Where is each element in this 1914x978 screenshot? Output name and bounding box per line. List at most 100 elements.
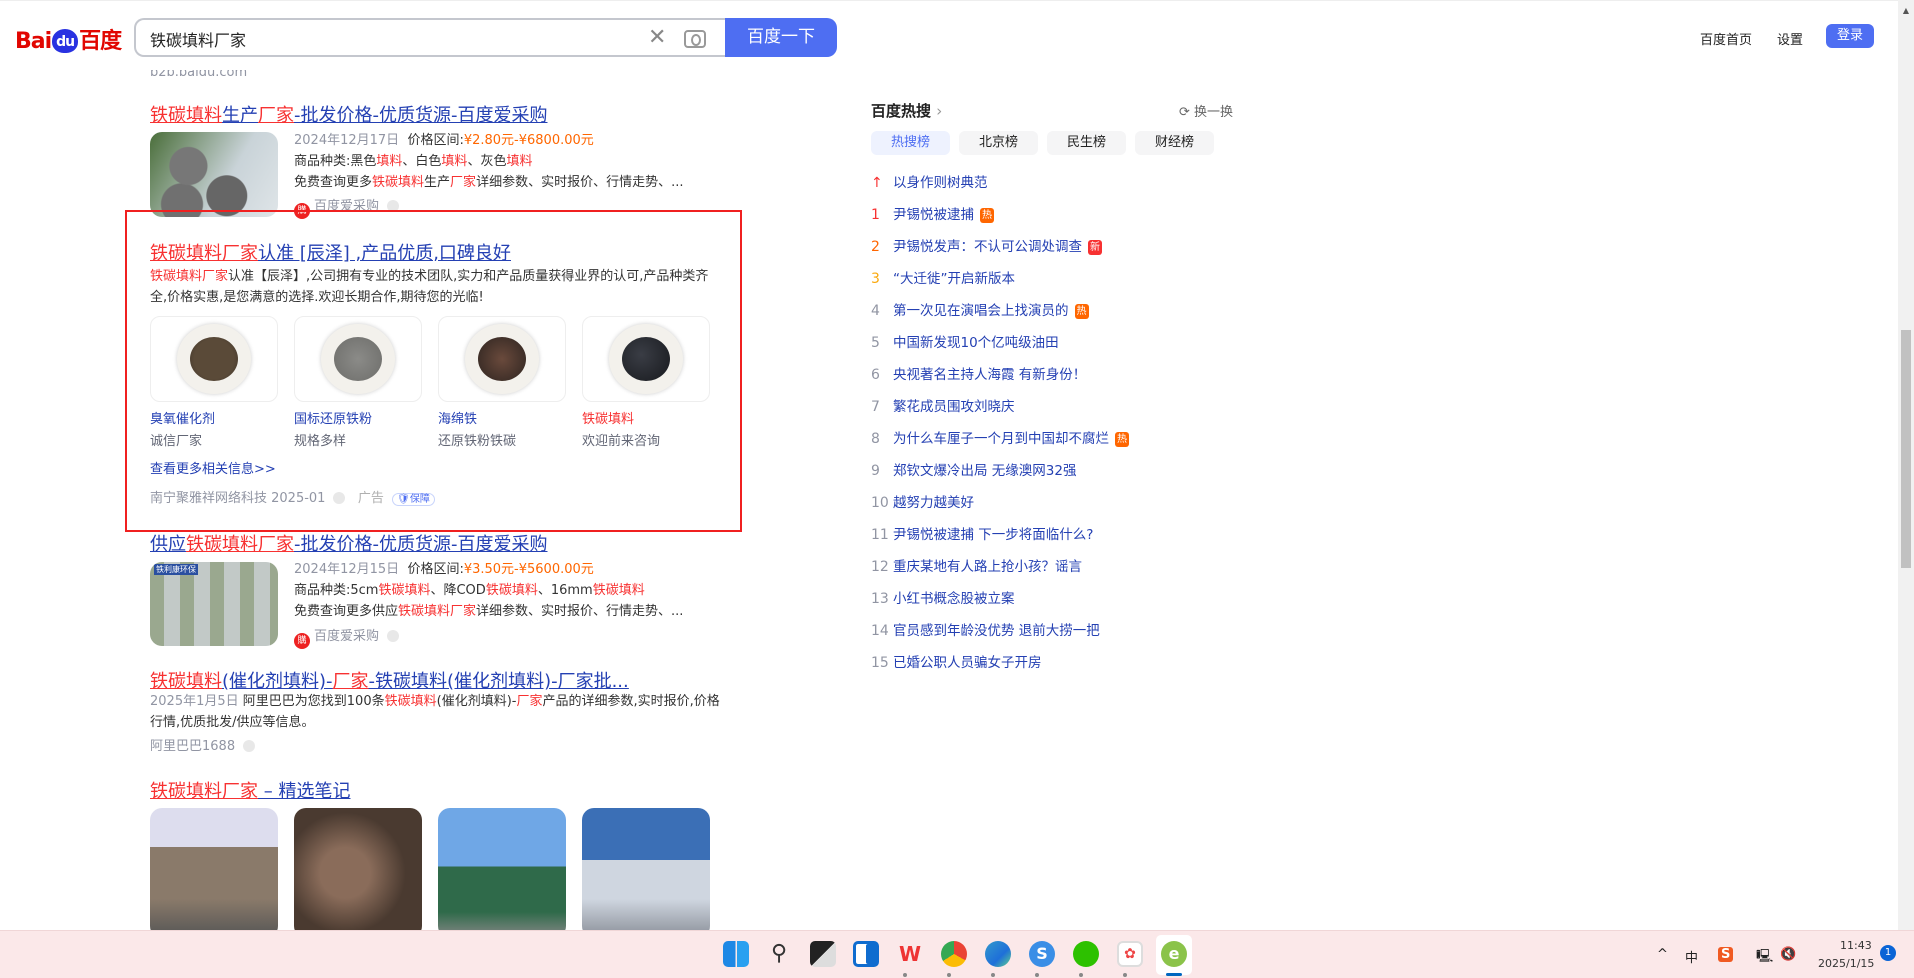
hot-tab[interactable]: 北京榜 [959,131,1038,155]
scrollbar-thumb[interactable] [1901,330,1911,568]
result-meta: 2024年12月17日 价格区间:¥2.80元-¥6800.00元 [294,133,594,148]
hot-item[interactable]: 4 第一次见在演唱会上找演员的热 [871,299,1089,319]
login-button[interactable]: 登录 [1826,24,1874,48]
ad-title[interactable]: 铁碳填料厂家认准 [辰泽] ,产品优质,口碑良好 [150,239,511,265]
text-segment: 认准【辰泽】,公司拥有专业的技术团队,实力和产品质量获得业界的认可,产品种类齐 [228,269,709,284]
header: Baidu百度 ✕ 百度一下 百度首页 设置 登录 [0,0,1898,70]
result-title[interactable]: 供应铁碳填料厂家-批发价格-优质货源-百度爱采购 [150,530,547,556]
hot-item-pinned[interactable]: ↑ 以身作则树典范 [871,171,988,191]
hot-item[interactable]: 15 已婚公职人员骗女子开房 [871,651,1042,671]
chevron-up-icon[interactable]: ^ [1657,947,1668,962]
ie-browser-icon[interactable]: e [1161,941,1187,967]
chrome-icon[interactable] [941,941,967,967]
taskbar: ⚲ W S ✿ e ^ 中 S 🖳 🔇 11:43 2025/1/15 1 [0,930,1914,978]
nav-settings[interactable]: 设置 [1777,29,1803,48]
keyword-highlight: 填料 [441,154,468,169]
keyword-highlight: 填料 [506,154,533,169]
hot-item[interactable]: 10 越努力越美好 [871,491,974,511]
text-segment: -批发价格-优质货源-百度爱采购 [294,105,548,126]
product-photo [177,324,251,394]
hot-item[interactable]: 1 尹锡悦被逮捕热 [871,203,994,223]
guarantee-badge[interactable]: 🛡保障 [392,493,435,506]
notification-badge[interactable]: 1 [1880,945,1896,961]
clock-time[interactable]: 11:43 [1840,939,1872,952]
keyword-highlight: 铁碳填料厂家 [150,243,258,264]
search-button[interactable]: 百度一下 [725,18,837,57]
hot-item[interactable]: 13 小红书概念股被立案 [871,587,1015,607]
note-image[interactable] [582,808,710,938]
product-photo [609,324,683,394]
windows-start-icon[interactable] [723,941,749,967]
product-card-image[interactable] [150,316,278,402]
hot-search-title[interactable]: 百度热搜 › [871,100,942,121]
text-segment: 免费查询更多供应 [294,604,399,619]
product-card-image[interactable] [438,316,566,402]
hot-tab[interactable]: 财经榜 [1135,131,1214,155]
text-segment: 生产 [424,175,451,190]
hot-item[interactable]: 7 繁花成员围攻刘晓庆 [871,395,1015,415]
product-photo [465,324,539,394]
note-image[interactable] [150,808,278,938]
source-menu-icon[interactable] [387,630,400,642]
hot-item[interactable]: 3 “大迁徙”开启新版本 [871,267,1015,287]
more-info-link[interactable]: 查看更多相关信息>> [150,459,276,480]
note-image[interactable] [294,808,422,938]
hot-item[interactable]: 9 郑钦文爆冷出局 无缘澳网32强 [871,459,1076,479]
wechat-icon[interactable] [1073,941,1099,967]
ad-desc-2: 全,价格实惠,是您满意的选择.欢迎长期合作,期待您的光临! [150,290,484,305]
search-icon[interactable]: ⚲ [766,941,792,967]
widgets-icon[interactable] [853,941,879,967]
hot-item[interactable]: 8 为什么车厘子一个月到中国却不腐烂热 [871,427,1129,447]
baidu-netdisk-icon[interactable]: ✿ [1117,941,1143,967]
volume-muted-icon[interactable]: 🔇 [1780,947,1796,962]
sogou-ime-icon[interactable]: S [1718,947,1734,962]
text-segment: 详细参数、实时报价、行情走势、... [476,175,684,190]
hot-item[interactable]: 11 尹锡悦被逮捕 下一步将面临什么? [871,523,1093,543]
product-card-name[interactable]: 国标还原铁粉 [294,409,372,430]
keyword-highlight: 厂家 [450,175,477,190]
result-thumbnail[interactable]: 铁利康环保 [150,562,278,646]
source-menu-icon[interactable] [243,740,256,752]
hot-item[interactable]: 5 中国新发现10个亿吨级油田 [871,331,1059,351]
refresh-button[interactable]: ⟳ 换一换 [1179,101,1233,120]
hot-item[interactable]: 2 尹锡悦发声：不认可公调处调查新 [871,235,1102,255]
ime-indicator[interactable]: 中 [1685,947,1698,966]
result-title[interactable]: 铁碳填料(催化剂填料)-厂家-铁碳填料(催化剂填料)-厂家批... [150,667,629,693]
baidu-logo[interactable]: Bai du 百度 [15,23,122,55]
result-source[interactable]: 購百度爱采购 [294,626,400,649]
aicaigou-icon: 購 [294,633,310,649]
product-card-name[interactable]: 铁碳填料 [582,409,634,430]
search-input[interactable] [150,29,630,48]
note-image[interactable] [438,808,566,938]
sogou-browser-icon[interactable]: S [1029,941,1055,967]
clock-date[interactable]: 2025/1/15 [1818,957,1874,970]
notes-title[interactable]: 铁碳填料厂家 – 精选笔记 [150,777,350,803]
product-card-image[interactable] [582,316,710,402]
nav-home[interactable]: 百度首页 [1700,29,1752,48]
camera-icon[interactable] [684,30,706,48]
text-segment: (催化剂填料)- [436,694,517,709]
product-card-image[interactable] [294,316,422,402]
wps-icon[interactable]: W [897,941,923,967]
keyword-highlight: 厂家 [450,604,477,619]
result-source[interactable]: 阿里巴巴1688 [150,736,256,757]
product-card-name[interactable]: 臭氧催化剂 [150,409,215,430]
task-view-icon[interactable] [810,941,836,967]
edge-icon[interactable] [985,941,1011,967]
hot-tab[interactable]: 热搜榜 [871,131,950,155]
hot-item[interactable]: 6 央视著名主持人海霞 有新身份！ [871,363,1086,383]
hot-item[interactable]: 14 官员感到年龄没优势 退前大捞一把 [871,619,1100,639]
result-thumbnail[interactable] [150,132,278,217]
hot-tab[interactable]: 民生榜 [1047,131,1126,155]
product-card-name[interactable]: 海绵铁 [438,409,477,430]
clear-icon[interactable]: ✕ [648,25,666,50]
keyword-highlight: 厂家 [258,105,294,126]
source-menu-icon[interactable] [333,492,346,504]
scroll-up-icon[interactable]: ▲ [1898,6,1914,15]
text-segment: (催化剂填料)- [222,671,333,692]
result-title[interactable]: 铁碳填料生产厂家-批发价格-优质货源-百度爱采购 [150,101,547,127]
hot-item[interactable]: 12 重庆某地有人路上抢小孩？谣言 [871,555,1082,575]
keyword-highlight: 铁碳填料 [150,105,222,126]
ad-desc: 铁碳填料厂家认准【辰泽】,公司拥有专业的技术团队,实力和产品质量获得业界的认可,… [150,266,708,287]
network-icon[interactable]: 🖳 [1756,947,1773,969]
